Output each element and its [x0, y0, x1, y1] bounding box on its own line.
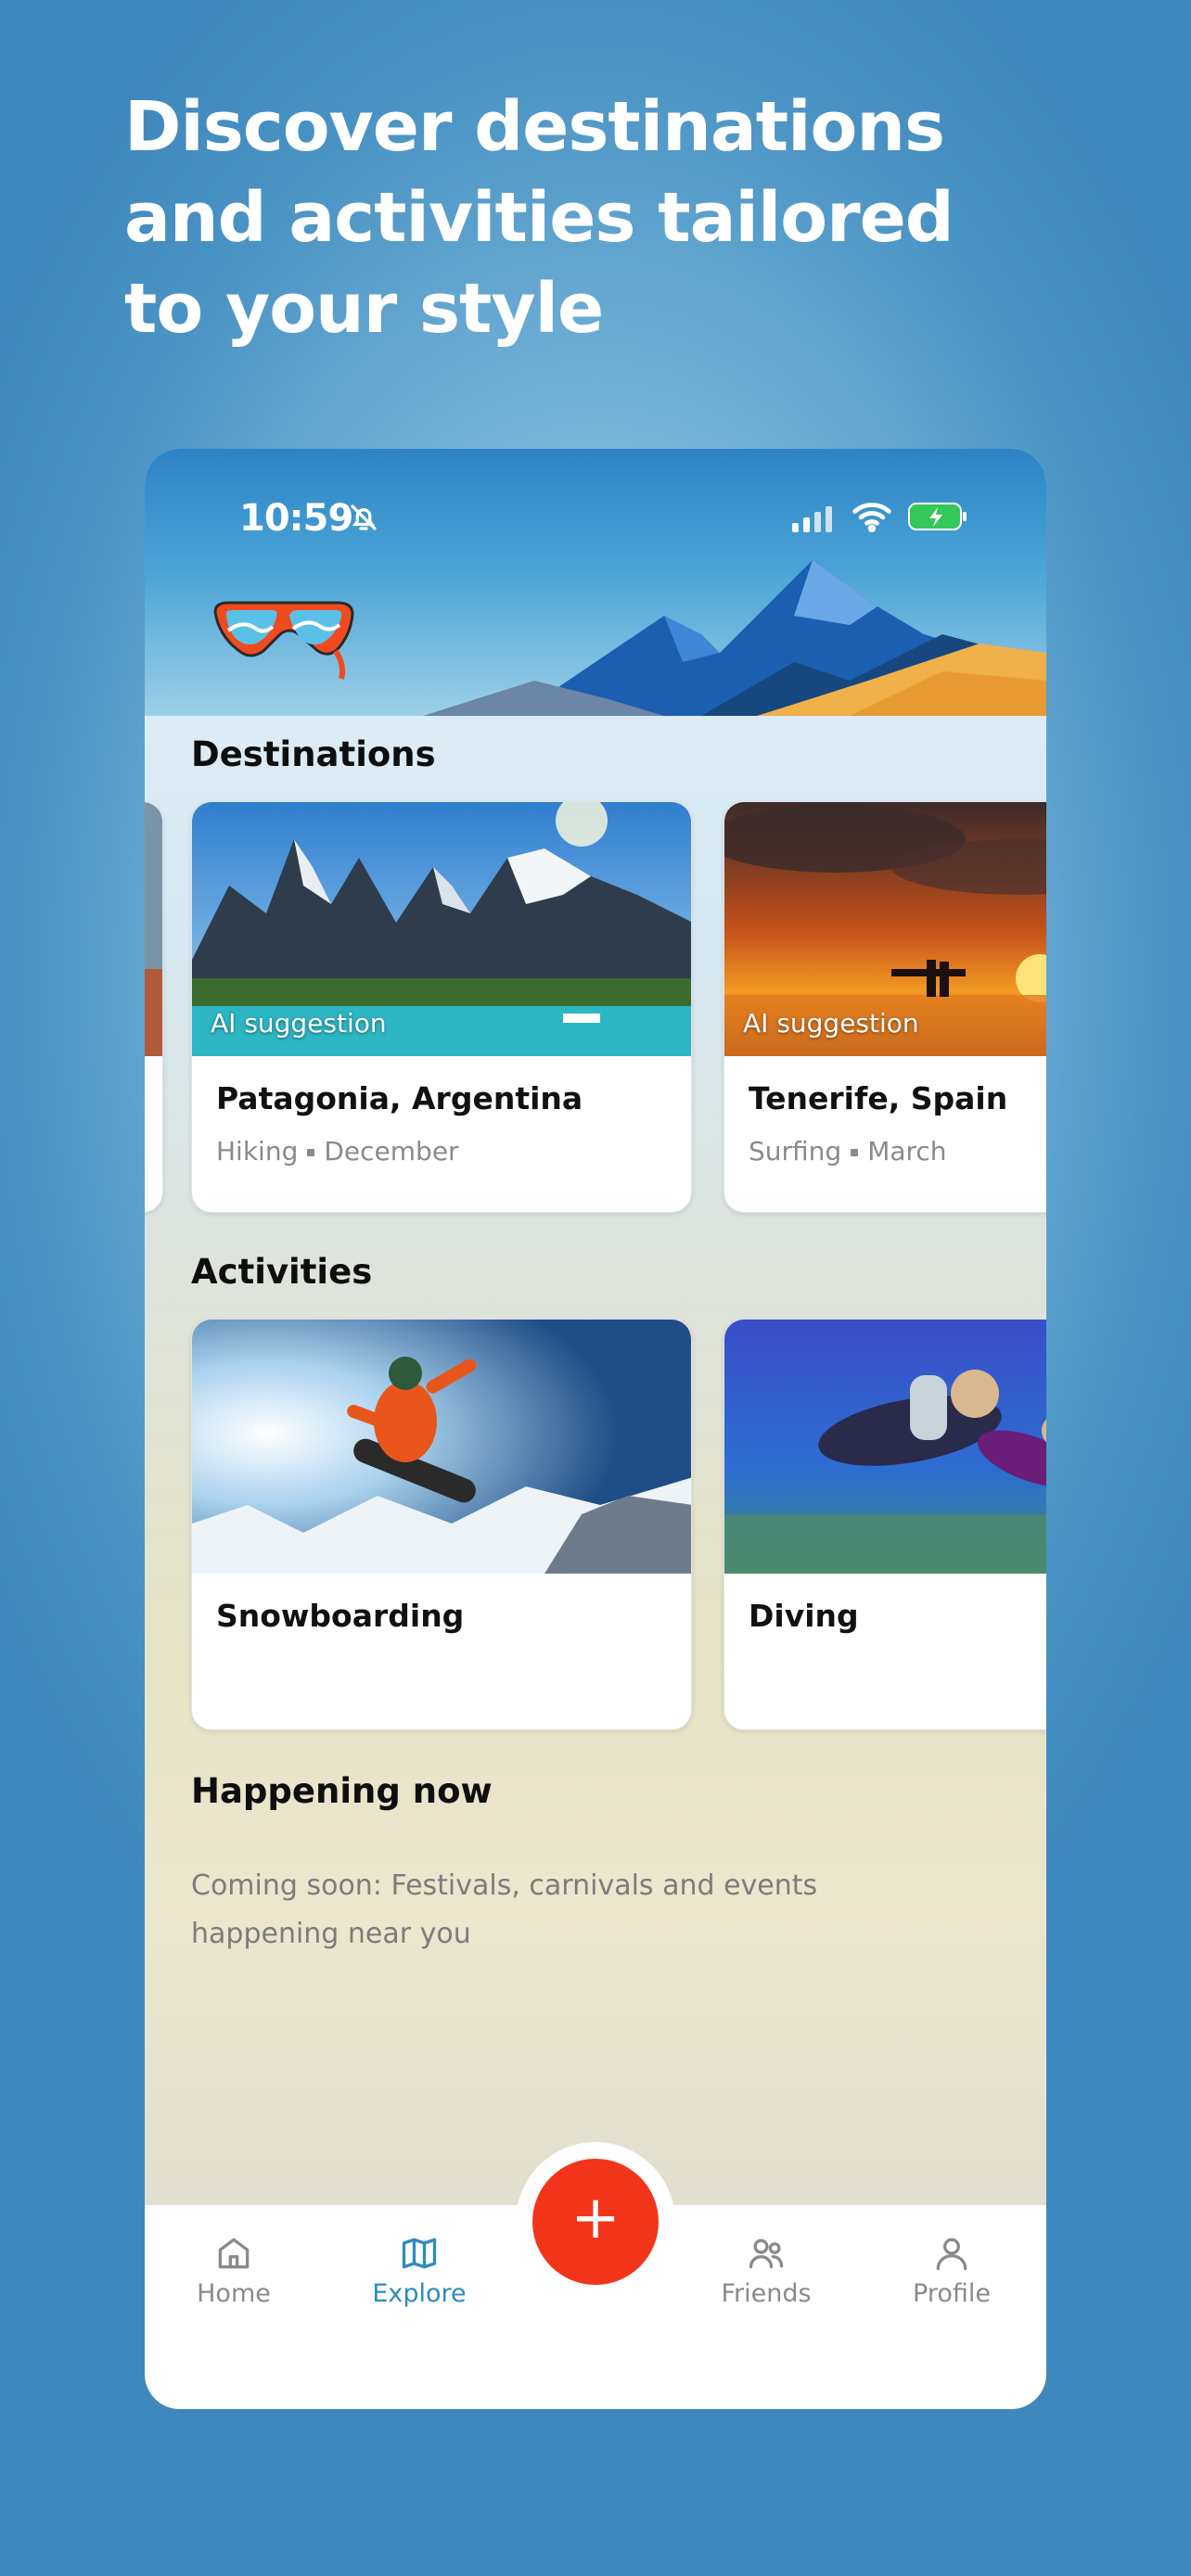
phone-screen: 10:59 Destinations AI suggestion Patagon… — [145, 449, 1046, 2409]
destination-card-tenerife[interactable]: AI suggestion Tenerife, Spain Surfing Mar… — [724, 801, 1046, 1213]
destination-meta: Hiking December — [216, 1136, 459, 1167]
activities-title: Activities — [191, 1252, 373, 1292]
destination-activity: Surfing — [749, 1136, 842, 1167]
tab-label: Explore — [372, 2279, 467, 2308]
app-header-banner: 10:59 — [145, 449, 1046, 716]
tab-explore[interactable]: Explore — [345, 2233, 493, 2308]
patagonia-image: AI suggestion — [192, 802, 691, 1056]
separator-dot — [307, 1149, 315, 1156]
headline: Discover destinations and activities tai… — [124, 87, 954, 349]
plus-icon: + — [570, 2184, 621, 2252]
tab-friends[interactable]: Friends — [692, 2233, 840, 2308]
tab-label: Home — [197, 2279, 271, 2308]
tenerife-image: AI suggestion — [724, 802, 1046, 1056]
home-icon — [218, 2238, 250, 2269]
separator-dot — [851, 1149, 859, 1156]
tab-label: Friends — [721, 2279, 812, 2308]
status-time: 10:59 — [239, 497, 353, 540]
destination-month: December — [324, 1136, 459, 1167]
diving-image — [724, 1320, 1046, 1574]
activity-name: Snowboarding — [216, 1598, 465, 1634]
happening-title: Happening now — [191, 1771, 493, 1811]
status-bar: 10:59 — [145, 497, 1046, 542]
tab-home[interactable]: Home — [160, 2233, 308, 2308]
happening-description: Coming soon: Festivals, carnivals and ev… — [191, 1869, 818, 1950]
destination-activity: Hiking — [216, 1136, 299, 1167]
activity-card-snowboarding[interactable]: Snowboarding — [191, 1319, 692, 1730]
tab-label: Profile — [913, 2279, 991, 2308]
user-icon — [936, 2238, 967, 2271]
snowboarding-image — [192, 1320, 691, 1574]
destination-name: Tenerife, Spain — [749, 1080, 1008, 1116]
tab-profile[interactable]: Profile — [877, 2233, 1026, 2308]
destination-card-partial[interactable] — [145, 801, 163, 1213]
destinations-title: Destinations — [191, 734, 436, 774]
destination-name: Patagonia, Argentina — [216, 1080, 583, 1116]
activity-card-diving[interactable]: Diving — [724, 1319, 1046, 1730]
destination-card-patagonia[interactable]: AI suggestion Patagonia, Argentina Hikin… — [191, 801, 692, 1213]
activity-name: Diving — [749, 1598, 859, 1634]
map-icon — [402, 2238, 437, 2269]
users-icon — [749, 2238, 784, 2269]
ai-suggestion-tag: AI suggestion — [743, 1008, 919, 1039]
add-button[interactable]: + — [532, 2159, 659, 2285]
destination-month: March — [867, 1136, 947, 1167]
ai-suggestion-tag: AI suggestion — [211, 1008, 387, 1039]
destination-meta: Surfing March — [749, 1136, 947, 1167]
